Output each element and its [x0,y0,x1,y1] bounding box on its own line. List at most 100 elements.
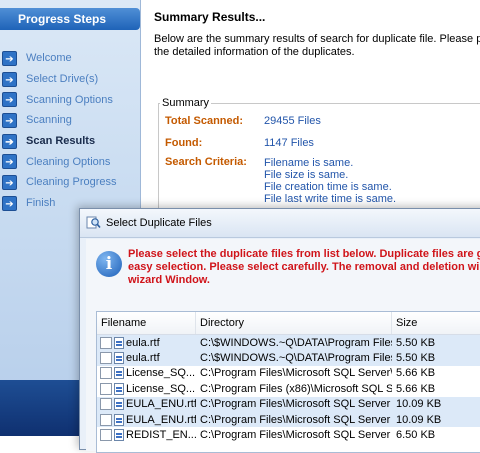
summary-description: Below are the summary results of search … [154,33,480,59]
criteria-item: File size is same. [264,169,349,181]
filename-cell: eula.rtf [97,336,196,349]
search-criteria-label: Search Criteria: [165,156,247,168]
arrow-right-icon: ➔ [2,112,17,128]
warning-line: Please select the duplicate files from l… [128,248,480,260]
step-label: Welcome [26,52,72,65]
summary-title: Summary Results... [154,10,266,24]
criteria-item: Filename is same. [264,157,354,169]
step-cleaning-progress: ➔ Cleaning Progress [2,172,138,193]
filename-text: REDIST_EN... [126,429,196,442]
filename-cell: EULA_ENU.rtf [97,413,196,426]
step-label: Scan Results [26,135,96,148]
step-label: Scanning [26,114,72,127]
select-duplicate-files-dialog: Select Duplicate Files i Please select t… [79,208,480,453]
step-label: Scanning Options [26,93,113,106]
size-cell: 6.50 KB [396,429,436,442]
table-row[interactable]: EULA_ENU.rtf C:\Program Files\Microsoft S… [97,396,480,412]
directory-cell: C:\Program Files\Microsoft SQL Server C.… [200,413,392,426]
table-row[interactable]: EULA_ENU.rtf C:\Program Files\Microsoft S… [97,411,480,428]
size-cell: 5.66 KB [396,367,436,380]
size-cell: 10.09 KB [396,398,442,411]
list-rows: eula.rtf C:\$WINDOWS.~Q\DATA\Program File… [97,335,480,443]
step-scanning-options: ➔ Scanning Options [2,89,138,110]
directory-cell: C:\Program Files\Microsoft SQL Server C.… [200,429,392,442]
warning-line: easy selection. Please select carefully.… [128,261,480,273]
found-label: Found: [165,137,203,149]
column-header-size[interactable]: Size [392,312,480,334]
summary-desc-line: Below are the summary results of search … [154,33,480,45]
row-checkbox[interactable] [100,398,112,411]
total-scanned-label: Total Scanned: [165,115,244,127]
filename-text: EULA_ENU.rtf [126,398,196,411]
column-header-filename[interactable]: Filename [97,312,196,334]
table-row[interactable]: License_SQ... C:\Program Files\Microsoft … [97,366,480,381]
table-row[interactable]: eula.rtf C:\$WINDOWS.~Q\DATA\Program File… [97,335,480,351]
row-checkbox[interactable] [100,367,112,380]
row-checkbox[interactable] [100,429,112,442]
progress-steps-list: ➔ Welcome ➔ Select Drive(s) ➔ Scanning Opti… [2,48,138,214]
filename-text: License_SQ... [126,382,196,395]
search-files-icon [86,216,101,229]
arrow-right-icon: ➔ [2,71,17,87]
directory-cell: C:\$WINDOWS.~Q\DATA\Program Files\... [200,336,392,349]
document-icon [114,367,124,380]
progress-steps-title: Progress Steps [0,8,140,30]
arrow-right-icon: ➔ [2,174,17,190]
step-scan-results: ➔ Scan Results [2,131,138,152]
filename-text: eula.rtf [126,336,160,349]
step-scanning: ➔ Scanning [2,110,138,131]
step-welcome: ➔ Welcome [2,48,138,69]
directory-cell: C:\Program Files\Microsoft SQL Server\1.… [200,367,392,380]
duplicate-files-list[interactable]: Filename Directory Size eula.rtf C:\$WIND… [96,311,480,453]
total-scanned-value: 29455 Files [264,115,321,127]
directory-cell: C:\Program Files (x86)\Microsoft SQL Se.… [200,382,392,395]
table-row[interactable]: REDIST_EN... C:\Program Files\Microsoft S… [97,427,480,442]
dialog-body: i Please select the duplicate files from… [86,239,480,453]
directory-cell: C:\$WINDOWS.~Q\DATA\Program Files\... [200,352,392,365]
filename-text: eula.rtf [126,352,160,365]
summary-legend: Summary [160,97,212,109]
selection-warning: Please select the duplicate files from l… [128,248,480,287]
size-cell: 5.50 KB [396,336,436,349]
filename-cell: eula.rtf [97,352,196,365]
arrow-right-icon: ➔ [2,92,17,108]
step-select-drives: ➔ Select Drive(s) [2,69,138,90]
filename-cell: License_SQ... [97,367,196,380]
row-checkbox[interactable] [100,336,112,349]
row-checkbox[interactable] [100,352,112,365]
step-label: Cleaning Options [26,155,111,168]
info-icon: i [96,251,122,277]
arrow-right-icon: ➔ [2,133,17,149]
size-cell: 5.66 KB [396,382,436,395]
filename-text: License_SQ... [126,367,196,380]
row-checkbox[interactable] [100,382,112,395]
step-label: Finish [26,197,56,210]
column-header-directory[interactable]: Directory [196,312,392,334]
summary-desc-line: the detailed information of the duplicat… [154,46,355,58]
step-label: Select Drive(s) [26,73,99,86]
rtf-file-icon [114,336,124,349]
dialog-title: Select Duplicate Files [106,217,212,229]
table-row[interactable]: License_SQ... C:\Program Files (x86)\Micr… [97,381,480,396]
step-label: Cleaning Progress [26,176,117,189]
warning-line: wizard Window. [128,274,210,286]
document-icon [114,382,124,395]
size-cell: 5.50 KB [396,352,436,365]
directory-cell: C:\Program Files\Microsoft SQL Server C.… [200,398,392,411]
list-header: Filename Directory Size [97,312,480,335]
table-row[interactable]: eula.rtf C:\$WINDOWS.~Q\DATA\Program File… [97,350,480,366]
rtf-file-icon [114,398,124,411]
rtf-file-icon [114,352,124,365]
rtf-file-icon [114,413,124,426]
arrow-right-icon: ➔ [2,154,17,170]
criteria-item: File last write time is same. [264,193,397,205]
criteria-item: File creation time is same. [264,181,392,193]
found-value: 1147 Files [264,137,314,149]
arrow-right-icon: ➔ [2,50,17,66]
filename-cell: EULA_ENU.rtf [97,398,196,411]
filename-cell: License_SQ... [97,382,196,395]
dialog-titlebar[interactable]: Select Duplicate Files [80,209,480,238]
row-checkbox[interactable] [100,413,112,426]
step-cleaning-options: ➔ Cleaning Options [2,151,138,172]
arrow-right-icon: ➔ [2,195,17,211]
